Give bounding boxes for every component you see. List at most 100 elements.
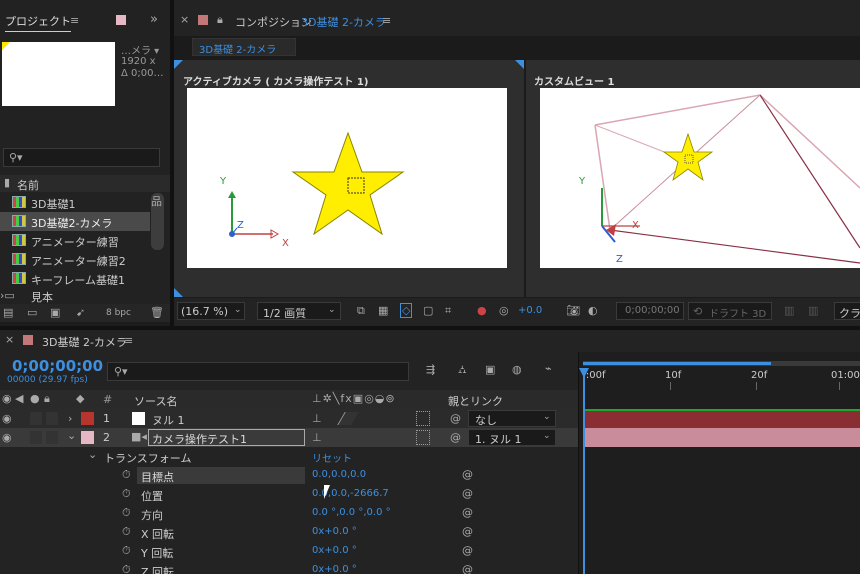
show-snapshot-icon[interactable]: ◐ [588,305,598,316]
layer-name[interactable]: ヌル 1 [152,412,185,428]
new-composition-icon[interactable]: ▣ [50,307,60,318]
property-value[interactable]: 0.0,0.0,0.0 [312,469,366,480]
stopwatch-icon[interactable]: ⏱ [122,469,131,480]
graph-editor-icon[interactable]: ⌁ [545,363,552,374]
draft-3d-icon[interactable]: ⛼ [458,364,467,375]
time-ruler[interactable]: ):00f 10f 20f 01:00 [579,368,860,390]
timecode-field[interactable]: 0;00;00;00 [616,302,684,320]
star-shape[interactable] [291,131,405,236]
stopwatch-icon[interactable]: ⏱ [122,526,131,537]
property-row[interactable]: ⏱ X 回転 0x+0.0 ° @ [0,523,578,542]
pick-whip-icon[interactable]: @ [462,469,473,480]
pick-whip-icon[interactable]: @ [462,564,473,574]
lock-toggle[interactable] [46,412,58,425]
property-value[interactable]: 0.0 °,0.0 °,0.0 ° [312,507,391,518]
delete-icon[interactable]: 🗑 [150,307,164,318]
active-camera-view[interactable]: アクティブカメラ ( カメラ操作テスト 1) Y Z X [174,60,524,297]
expand-panels-icon[interactable]: » [150,13,158,26]
frame-blending-icon[interactable]: ▣ [485,364,495,375]
fast-preview-icon[interactable]: ⧉ [357,305,365,316]
close-icon[interactable]: × [5,334,14,345]
exposure-value[interactable]: +0.0 [518,305,542,316]
eye-icon[interactable]: ◉ [2,413,12,424]
chevron-down-icon[interactable]: ⌄ [67,430,76,441]
panel-menu-icon[interactable]: ≡ [382,15,391,26]
property-row[interactable]: ⏱ Z 回転 0x+0.0 ° @ [0,561,578,574]
parent-select[interactable]: なし ⌄ [468,410,556,427]
property-value[interactable]: 0x+0.0 ° [312,545,357,556]
resolution-select[interactable]: 1/2 画質 ⌄ [257,302,341,320]
chevron-down-icon[interactable]: ⌄ [88,449,97,460]
layer-row-selected[interactable]: ◉ ⌄ 2 ■◂ カメラ操作テスト1 ⊥ @ 1. ヌル 1 ⌄ [0,428,578,447]
label-tag-icon[interactable]: ◆ [76,393,84,404]
transform-group-row[interactable]: ⌄ トランスフォーム リセット [0,447,578,466]
switches-icons[interactable]: ⊥✲╲fx▣◎◒⊚ [312,393,396,404]
channel-icon[interactable]: ● [477,305,487,316]
project-tab-label[interactable]: プロジェクト [5,13,71,32]
timeline-tab-label[interactable]: 3D基礎 2-カメラ [42,334,127,350]
lock-icon[interactable]: 🔒︎ [44,393,50,404]
star-shape[interactable] [662,132,714,182]
current-timecode[interactable]: 0;00;00;00 [12,357,103,375]
property-row[interactable]: ⏱ 目標点 0.0,0.0,0.0 @ [0,466,578,485]
eye-icon[interactable]: ◉ [2,432,12,443]
bpc-indicator[interactable]: 8 bpc [106,308,131,318]
solo-toggle[interactable] [30,412,42,425]
3d-layer-switch[interactable] [416,411,430,426]
transparency-grid-icon[interactable]: ▦ [378,305,388,316]
shy-switch-icon[interactable]: ⊥ [312,413,322,424]
pick-whip-icon[interactable]: @ [462,526,473,537]
color-management-icon[interactable]: ◎ [499,305,509,316]
3d-layer-switch[interactable] [416,430,430,445]
work-area-bar[interactable] [583,361,860,366]
list-item[interactable]: アニメーター練習2 [0,250,150,269]
reset-link[interactable]: リセット [312,450,352,465]
view-select[interactable]: クラ [834,302,860,320]
property-row[interactable]: ⏱ Y 回転 0x+0.0 ° @ [0,542,578,561]
snapshot-icon[interactable]: 📷︎ [566,305,580,316]
layer-color-label[interactable] [81,431,94,444]
list-item-selected[interactable]: 3D基礎2-カメラ [0,212,150,231]
list-item[interactable]: アニメーター練習 [0,231,150,250]
layer-search-input[interactable]: ⚲▾ [107,362,409,381]
pick-whip-icon[interactable]: @ [462,488,473,499]
3d-view-icon[interactable]: ▥ [784,305,794,316]
parent-link-header[interactable]: 親とリンク [448,393,503,409]
quality-switch[interactable] [337,412,359,425]
project-search-input[interactable]: ⚲▾ [3,148,160,167]
new-folder-icon[interactable]: ▭ [27,307,37,318]
property-row[interactable]: ⏱ 方向 0.0 °,0.0 °,0.0 ° @ [0,504,578,523]
playhead-handle[interactable] [579,368,589,378]
layout-icon[interactable]: ▥ [808,305,818,316]
comp-tab-name[interactable]: 3D基礎 2-カメラ [301,14,386,30]
flowchart-icon[interactable]: 品 [151,196,162,207]
stopwatch-icon[interactable]: ⏱ [122,507,131,518]
composition-flowchart-icon[interactable]: ⇶ [426,364,435,375]
comp-breadcrumb[interactable]: 3D基礎 2-カメラ [192,38,296,56]
pick-whip-icon[interactable]: @ [462,545,473,556]
eye-icon[interactable]: ◉ [2,393,12,404]
project-tab[interactable]: プロジェクト ≡ » [0,0,170,36]
layer-name-box[interactable]: カメラ操作テスト1 [148,429,305,446]
render-queue-icon[interactable]: ➹ [76,307,85,318]
grid-guides-icon[interactable]: ⌗ [445,305,451,316]
lock-icon[interactable]: 🔒︎ [217,14,223,25]
list-item[interactable]: 3D基礎1 [0,193,150,212]
composition-canvas[interactable]: Y Z X [187,88,507,268]
solo-icon[interactable]: ● [30,393,40,404]
custom-view[interactable]: カスタムビュー 1 Y X Z [526,60,860,297]
magnification-select[interactable]: (16.7 %) ⌄ [177,302,245,320]
current-time-indicator[interactable] [583,370,585,574]
stopwatch-icon[interactable]: ⏱ [122,545,131,556]
interpret-footage-icon[interactable]: ▤ [3,307,13,318]
layer-color-label[interactable] [81,412,94,425]
custom-view-canvas[interactable]: Y X Z [540,88,860,268]
source-name-header[interactable]: ソース名 [134,393,177,409]
stopwatch-icon[interactable]: ⏱ [122,488,131,499]
layer-bar-camera[interactable] [584,428,860,447]
panel-menu-icon[interactable]: ≡ [124,335,133,346]
list-item[interactable]: キーフレーム基礎1 [0,269,150,288]
stopwatch-icon[interactable]: ⏱ [122,564,131,574]
parent-select[interactable]: 1. ヌル 1 ⌄ [468,429,556,446]
shy-switch-icon[interactable]: ⊥ [312,432,322,443]
